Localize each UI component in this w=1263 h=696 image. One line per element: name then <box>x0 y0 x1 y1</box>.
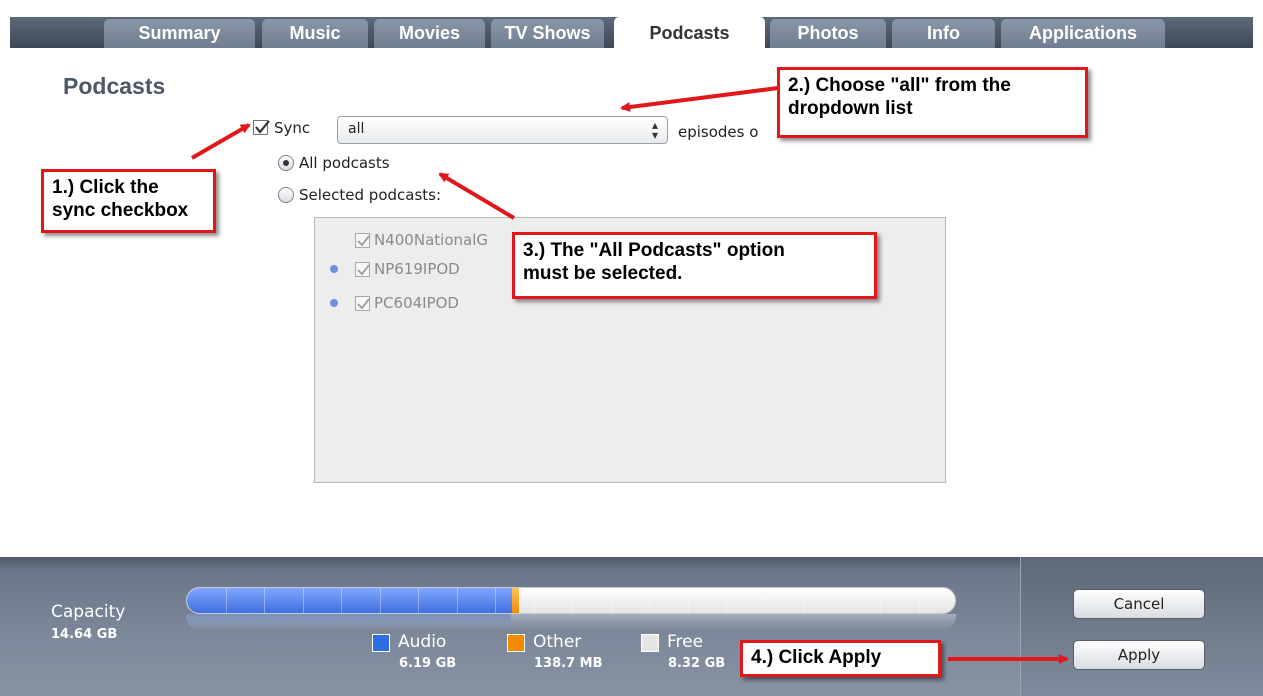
podcast-name: PC604IPOD <box>374 294 459 312</box>
new-episode-dot-icon <box>330 299 338 307</box>
episodes-dropdown-value: all <box>348 121 365 137</box>
dropdown-arrows-icon: ▴ ▾ <box>651 118 659 142</box>
audio-legend-label: Audio <box>398 632 447 652</box>
capacity-bar-divider <box>919 588 920 613</box>
checkmark-icon <box>357 298 370 310</box>
checkmark-icon <box>357 235 370 247</box>
capacity-bar-divider <box>765 588 766 613</box>
capacity-total: 14.64 GB <box>51 627 118 642</box>
tab-info[interactable]: Info <box>892 19 995 48</box>
arrow-to-all-podcasts <box>438 172 516 220</box>
tab-podcasts[interactable]: Podcasts <box>614 17 765 48</box>
capacity-bar-divider <box>726 588 727 613</box>
capacity-bar-divider <box>226 588 227 613</box>
podcast-name: NP619IPOD <box>374 260 460 278</box>
podcast-checkbox[interactable] <box>355 233 370 248</box>
tab-bar: Summary Music Movies TV Shows Podcasts P… <box>0 0 1263 48</box>
itunes-device-sync-window: Summary Music Movies TV Shows Podcasts P… <box>0 0 1263 696</box>
free-legend-label: Free <box>667 632 704 652</box>
button-panel <box>1020 557 1263 696</box>
audio-swatch <box>372 634 390 652</box>
callout-step-4: 4.) Click Apply <box>740 640 941 677</box>
sync-checkbox[interactable] <box>253 120 270 135</box>
podcast-checkbox[interactable] <box>355 262 370 277</box>
callout-step-4-line-1: 4.) Click Apply <box>751 647 882 668</box>
callout-step-2: 2.) Choose "all" from the dropdown list <box>777 67 1088 138</box>
free-legend-value: 8.32 GB <box>668 656 726 671</box>
capacity-bar-divider <box>649 588 650 613</box>
callout-step-3: 3.) The "All Podcasts" option must be se… <box>512 232 877 299</box>
capacity-bar-divider <box>842 588 843 613</box>
capacity-bar-divider <box>380 588 381 613</box>
tab-applications[interactable]: Applications <box>1001 19 1165 48</box>
callout-step-1-line-2: sync checkbox <box>52 200 189 221</box>
cancel-button[interactable]: Cancel <box>1073 589 1205 619</box>
tab-music[interactable]: Music <box>262 19 368 48</box>
episodes-dropdown[interactable]: all ▴ ▾ <box>337 116 668 144</box>
arrow-to-sync-checkbox <box>190 123 251 160</box>
capacity-bar-divider <box>803 588 804 613</box>
callout-step-2-line-1: 2.) Choose "all" from the <box>788 75 1011 96</box>
podcast-name: N400NationalG <box>374 231 488 249</box>
new-episode-dot-icon <box>330 265 338 273</box>
capacity-bar-other-segment <box>512 588 519 613</box>
other-legend-label: Other <box>533 632 582 652</box>
callout-step-3-line-2: must be selected. <box>523 263 683 284</box>
episodes-label: episodes o <box>678 123 759 141</box>
capacity-bar <box>186 587 956 614</box>
podcast-checkbox[interactable] <box>355 296 370 311</box>
capacity-bar-divider <box>534 588 535 613</box>
capacity-bar-divider <box>688 588 689 613</box>
capacity-bar-audio-segment <box>187 588 512 613</box>
checkmark-icon <box>255 120 270 134</box>
capacity-bar-reflection-audio <box>186 614 511 630</box>
tab-movies[interactable]: Movies <box>374 19 485 48</box>
capacity-bar-divider <box>341 588 342 613</box>
all-podcasts-label: All podcasts <box>299 154 390 172</box>
capacity-bar-reflection <box>186 614 956 630</box>
other-swatch <box>507 634 525 652</box>
checkmark-icon <box>357 264 370 276</box>
audio-legend-value: 6.19 GB <box>399 656 457 671</box>
apply-button[interactable]: Apply <box>1073 640 1205 670</box>
selected-podcasts-label: Selected podcasts: <box>299 186 442 204</box>
callout-step-1: 1.) Click the sync checkbox <box>41 169 216 233</box>
tab-summary[interactable]: Summary <box>104 19 255 48</box>
callout-step-1-line-1: 1.) Click the <box>52 177 159 198</box>
capacity-bar-divider <box>611 588 612 613</box>
tab-photos[interactable]: Photos <box>770 19 886 48</box>
other-legend-value: 138.7 MB <box>534 656 603 671</box>
selected-podcasts-radio[interactable] <box>278 187 294 203</box>
capacity-bar-divider <box>303 588 304 613</box>
callout-step-2-line-2: dropdown list <box>788 98 913 119</box>
free-swatch <box>641 634 659 652</box>
capacity-bar-divider <box>495 588 496 613</box>
callout-step-3-line-1: 3.) The "All Podcasts" option <box>523 240 785 261</box>
capacity-bar-divider <box>880 588 881 613</box>
capacity-bar-divider <box>264 588 265 613</box>
sync-label: Sync <box>274 119 311 137</box>
capacity-bar-divider <box>418 588 419 613</box>
page-title: Podcasts <box>63 73 166 99</box>
capacity-bar-divider <box>572 588 573 613</box>
all-podcasts-radio[interactable] <box>278 155 294 171</box>
radio-selected-dot <box>283 160 289 166</box>
capacity-bar-divider <box>457 588 458 613</box>
arrow-to-dropdown <box>620 86 779 112</box>
tab-tv-shows[interactable]: TV Shows <box>491 19 604 48</box>
capacity-label: Capacity <box>51 602 126 622</box>
